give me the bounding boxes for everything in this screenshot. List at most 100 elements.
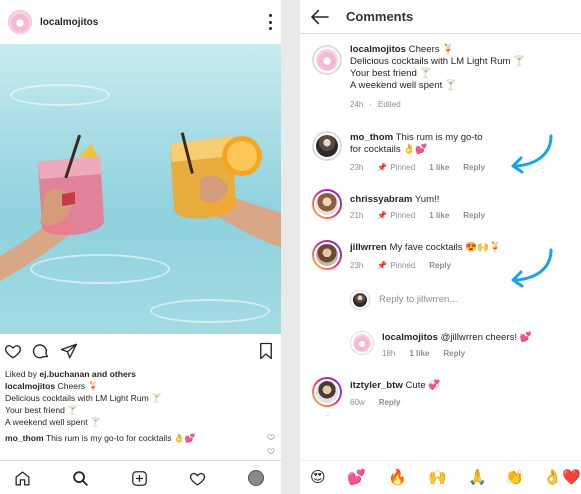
caption-username[interactable]: localmojitos [5,381,55,391]
comment-username[interactable]: localmojitos [382,332,438,343]
pinned-label: 📌 Pinned [377,261,416,270]
comment-username[interactable]: chrissyabram [350,194,412,205]
comment-body: Yum!! [412,194,440,205]
reply-button[interactable]: Reply [429,261,451,270]
comments-screen: Comments localmojitos Cheers 🍹 Delicious… [300,0,581,494]
post-header: localmojitos [0,0,281,44]
pinned-label: 📌 Pinned [377,163,416,172]
back-arrow-icon[interactable] [310,9,330,25]
share-icon[interactable] [60,342,78,360]
avatar[interactable] [350,331,374,355]
annotation-arrow [511,134,553,174]
dot-separator: · [369,100,373,109]
comment-meta: 18h 1 like Reply [382,349,465,358]
caption-line-3: Your best friend 🍸 [5,405,78,415]
comment-time: 21h [350,211,364,220]
avatar[interactable] [312,377,342,407]
emoji-button[interactable]: ❤️ [562,468,581,486]
pin-icon: 📌 [377,261,388,270]
comment-meta: 60w Reply [350,398,400,407]
like-count[interactable]: 1 like [429,211,449,220]
reply-input[interactable]: Reply to jillwrren... [379,294,457,306]
comment-username[interactable]: itztyler_btw [350,380,403,391]
post-caption: Liked by ej.buchanan and others localmoj… [5,368,275,428]
page-title: Comments [346,9,414,24]
like-count[interactable]: 1 like [429,163,449,172]
caption-line-2: Delicious cocktails with LM Light Rum 🍸 [5,393,162,403]
pinned-label: 📌 Pinned [377,211,416,220]
comment-time: 23h [350,261,364,270]
caption-line-4: A weekend well spent 🍸 [5,417,101,427]
new-post-icon[interactable] [131,470,148,487]
comment-username[interactable]: jillwrren [350,242,387,253]
post-top-comment: mo_thom This rum is my go-to for cocktai… [5,432,275,444]
comment-time: 60w [350,398,365,407]
emoji-quick-bar: 😍 💕 🔥 🙌 🙏 👏 👌 ❤️ [300,460,581,494]
avatar[interactable] [312,45,342,75]
comment-time: 18h [382,349,396,358]
reply-button[interactable]: Reply [463,211,485,220]
comments-header: Comments [300,0,581,34]
avatar[interactable] [312,240,342,270]
liked-by-line: Liked by ej.buchanan and others [5,368,275,380]
comment-meta: 21h 📌 Pinned 1 like Reply [350,211,485,220]
like-icon[interactable] [4,342,22,360]
caption-line-3: Your best friend 🍸 [350,68,432,79]
comment-text: itztyler_btw Cute 💞 [350,380,550,392]
avatar[interactable] [312,189,342,219]
emoji-button[interactable]: 😍 [310,468,326,486]
post-username[interactable]: localmojitos [40,17,98,28]
edited-label: Edited [378,100,401,109]
bookmark-icon[interactable] [258,342,274,360]
caption-line-1: Cheers 🍹 [55,381,99,391]
more-options-icon[interactable] [269,14,273,30]
activity-heart-icon[interactable] [189,470,206,487]
comment-text: mo_thom This rum is my go-to for cocktai… [350,132,490,156]
comment-time: 23h [350,163,364,172]
emoji-button[interactable]: 🙌 [428,468,447,486]
liked-by-user[interactable]: ej.buchanan [39,369,89,379]
comment-time: 24h [350,100,364,109]
post-avatar[interactable] [8,10,32,34]
search-icon[interactable] [72,470,89,487]
emoji-button[interactable]: 👌 [543,468,562,486]
profile-avatar[interactable] [248,470,264,486]
comment-body: @jillwrren cheers! 💕 [437,332,532,343]
bottom-nav [0,460,281,494]
reply-button[interactable]: Reply [463,163,485,172]
comment-text: chrissyabram Yum!! [350,194,550,206]
comment-icon[interactable] [32,342,50,360]
comment-body: My fave cocktails 😍🙌🍹 [386,242,502,253]
comment-like-icon[interactable] [267,433,275,441]
emoji-button[interactable]: 👏 [505,468,524,486]
liked-by-prefix: Liked by [5,369,40,379]
reply-button[interactable]: Reply [379,398,401,407]
feed-post-screen: localmojitos Liked by ej.buchanan and ot… [0,0,281,494]
emoji-button[interactable]: 🙏 [468,468,487,486]
comment-body: Cute 💞 [402,380,441,391]
top-comment-text: This rum is my go-to for cocktails 👌💕 [43,433,196,443]
emoji-button[interactable]: 🔥 [388,468,407,486]
pin-icon: 📌 [377,163,388,172]
caption-line-4: A weekend well spent 🍸 [350,80,457,91]
reply-button[interactable]: Reply [443,349,465,358]
home-icon[interactable] [14,470,31,487]
like-count[interactable]: 1 like [409,349,429,358]
comment-meta: 24h · Edited [350,100,401,109]
annotation-arrow [511,248,553,288]
caption-line-2: Delicious cocktails with LM Light Rum 🍸 [350,56,526,67]
pin-icon: 📌 [377,211,388,220]
avatar[interactable] [312,131,342,161]
comment-username[interactable]: mo_thom [350,132,393,143]
post-actions [0,340,281,362]
liked-by-others[interactable]: and others [90,369,136,379]
caption-text: localmojitos Cheers 🍹 Delicious cocktail… [350,44,575,92]
post-photo[interactable] [0,44,281,334]
emoji-button[interactable]: 💕 [347,468,366,486]
avatar [350,290,370,310]
top-comment-user[interactable]: mo_thom [5,433,44,443]
comment-meta: 23h 📌 Pinned 1 like Reply [350,163,485,172]
comment-meta: 23h 📌 Pinned Reply [350,261,451,270]
comment-username[interactable]: localmojitos [350,44,406,55]
comment-like-icon[interactable] [267,447,275,455]
